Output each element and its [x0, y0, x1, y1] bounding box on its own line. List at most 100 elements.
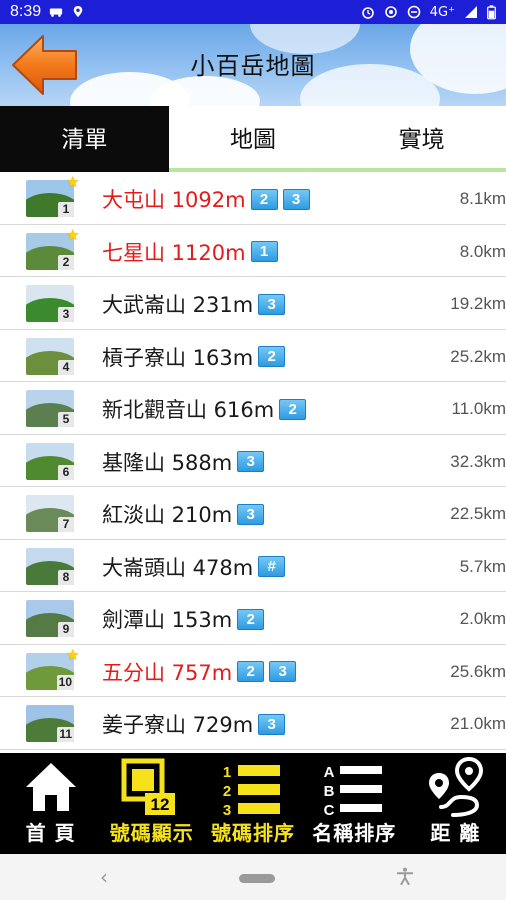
- system-nav-bar: ‹: [0, 854, 506, 900]
- status-bar: 8:39 4G⁺: [0, 0, 506, 24]
- list-item[interactable]: 3 大武崙山 231m 3 19.2km: [0, 277, 506, 330]
- mountain-number-badge: 2: [58, 254, 74, 270]
- sort-letter-c: C: [323, 802, 334, 819]
- number-display-label: 號碼顯示: [109, 821, 194, 845]
- mountain-thumbnail: 11: [26, 705, 74, 742]
- number-display-icon-value: 12: [151, 795, 170, 814]
- nav-home-pill[interactable]: [239, 874, 275, 883]
- difficulty-level-badge: 1: [250, 241, 278, 262]
- list-item[interactable]: 4 槓子寮山 163m 2 25.2km: [0, 330, 506, 382]
- mountain-name-text: 紅淡山 210m: [102, 503, 233, 527]
- do-not-disturb-icon: [407, 5, 421, 19]
- number-sort-label: 號碼排序: [211, 821, 295, 845]
- distance-value: 8.1km: [459, 189, 506, 208]
- name-sort-button[interactable]: A B C 名稱排序: [304, 753, 405, 854]
- mountain-thumbnail: 6: [26, 442, 74, 480]
- bottom-toolbar: 首 頁 12 號碼顯示 1 2 3 號碼排序 A B C 名稱排序 距 離: [0, 753, 506, 854]
- distance-label: 距 離: [430, 821, 481, 845]
- mountain-name: 姜子寮山 729m 3: [102, 709, 286, 739]
- distance-value: 25.6km: [450, 661, 506, 681]
- list-item[interactable]: 6 基隆山 588m 3 32.3km: [0, 435, 506, 487]
- battery-icon: [487, 4, 496, 19]
- list-item[interactable]: 8 大崙頭山 478m #5.7km: [0, 540, 506, 592]
- mountain-name-text: 五分山 757m: [102, 660, 233, 685]
- mountain-name: 五分山 757m 2 3: [102, 657, 297, 687]
- sort-digit-2: 2: [223, 783, 231, 800]
- number-display-button[interactable]: 12 號碼顯示: [101, 753, 202, 854]
- mountain-name-text: 姜子寮山 729m: [102, 713, 254, 737]
- mountain-number-badge: 6: [58, 464, 74, 480]
- distance-value: 21.0km: [450, 714, 506, 733]
- distance-value: 8.0km: [459, 241, 506, 261]
- mountain-number-badge: 11: [57, 727, 74, 742]
- list-item[interactable]: 10 ★ 五分山 757m 2 3 25.6km: [0, 645, 506, 697]
- star-icon: ★: [66, 225, 80, 244]
- network-type: 4G⁺: [429, 4, 455, 20]
- distance-value: 2.0km: [459, 609, 506, 628]
- mountain-name-text: 大屯山 1092m: [102, 188, 246, 212]
- mountain-name-text: 新北觀音山 616m: [102, 398, 275, 422]
- mountain-thumbnail: 9: [26, 600, 74, 637]
- sort-digit-3: 3: [223, 802, 231, 819]
- app-header: 小百岳地圖: [0, 24, 506, 106]
- list-item[interactable]: 7 紅淡山 210m 3 22.5km: [0, 487, 506, 540]
- star-icon: ★: [66, 173, 80, 191]
- difficulty-level-badge: 3: [237, 503, 265, 525]
- mountain-thumbnail: 8: [26, 547, 74, 585]
- mountain-name-text: 槓子寮山 163m: [102, 345, 254, 370]
- mountain-name: 大屯山 1092m 2 3: [102, 184, 310, 214]
- mountain-name-text: 七星山 1120m: [102, 240, 246, 265]
- home-label: 首 頁: [25, 821, 76, 845]
- mountain-number-badge: 7: [58, 517, 74, 532]
- distance-button[interactable]: 距 離: [405, 753, 506, 854]
- tab-bar: 清單 地圖 實境: [0, 106, 506, 172]
- mountain-thumbnail: 5: [26, 390, 74, 427]
- tab-map[interactable]: 地圖: [168, 106, 338, 172]
- nav-back-icon[interactable]: ‹: [100, 865, 108, 889]
- mountain-number-badge: 1: [58, 202, 74, 217]
- number-sort-icon: 1 2 3: [223, 764, 281, 819]
- list-item[interactable]: 2 ★ 七星山 1120m 1 8.0km: [0, 225, 506, 277]
- mountain-thumbnail: 4: [26, 337, 74, 375]
- mountain-number-badge: 5: [58, 412, 74, 427]
- mountain-thumbnail: 3: [26, 285, 74, 322]
- tab-ar-view[interactable]: 實境: [337, 106, 506, 172]
- difficulty-level-badge: 2: [250, 188, 278, 210]
- mountain-number-badge: 10: [56, 674, 74, 690]
- mountain-number-badge: 9: [58, 622, 74, 637]
- mountain-thumbnail: 7: [26, 495, 74, 532]
- difficulty-level-badge: 3: [258, 713, 286, 735]
- star-icon: ★: [66, 645, 80, 664]
- number-sort-button[interactable]: 1 2 3 號碼排序: [202, 753, 303, 854]
- mountain-name: 基隆山 588m 3: [102, 447, 265, 477]
- difficulty-level-badge: 2: [237, 608, 265, 630]
- difficulty-level-badge: 3: [258, 293, 286, 315]
- list-item[interactable]: 11 姜子寮山 729m 3 21.0km: [0, 697, 506, 750]
- tab-list[interactable]: 清單: [0, 106, 169, 172]
- mountain-number-badge: 8: [58, 569, 74, 585]
- name-sort-icon: A B C: [323, 764, 382, 819]
- home-button[interactable]: 首 頁: [0, 753, 101, 854]
- distance-value: 22.5km: [450, 504, 506, 523]
- sort-letter-a: A: [323, 764, 334, 781]
- distance-value: 32.3km: [450, 451, 506, 471]
- difficulty-level-badge: 3: [269, 661, 297, 682]
- list-item[interactable]: 9 劍潭山 153m 2 2.0km: [0, 592, 506, 645]
- mountain-name: 劍潭山 153m 2: [102, 604, 265, 634]
- accessibility-icon[interactable]: [396, 866, 414, 890]
- difficulty-level-badge: 2: [279, 398, 307, 420]
- list-item[interactable]: 5 新北觀音山 616m 2 11.0km: [0, 382, 506, 435]
- alarm-icon: [361, 7, 374, 19]
- mountain-name-text: 大崙頭山 478m: [102, 555, 254, 580]
- status-time: 8:39: [10, 3, 42, 20]
- location-icon: [73, 6, 83, 18]
- location-status-icon: [384, 6, 397, 18]
- sort-digit-1: 1: [223, 764, 231, 781]
- mountain-name: 紅淡山 210m 3: [102, 499, 265, 529]
- signal-icon: [465, 6, 477, 18]
- difficulty-level-badge: 2: [237, 661, 265, 682]
- mountain-name-text: 基隆山 588m: [102, 450, 233, 475]
- difficulty-level-badge: #: [258, 556, 286, 577]
- mountain-name: 七星山 1120m 1: [102, 237, 278, 267]
- list-item[interactable]: 1 ★ 大屯山 1092m 2 3 8.1km: [0, 172, 506, 225]
